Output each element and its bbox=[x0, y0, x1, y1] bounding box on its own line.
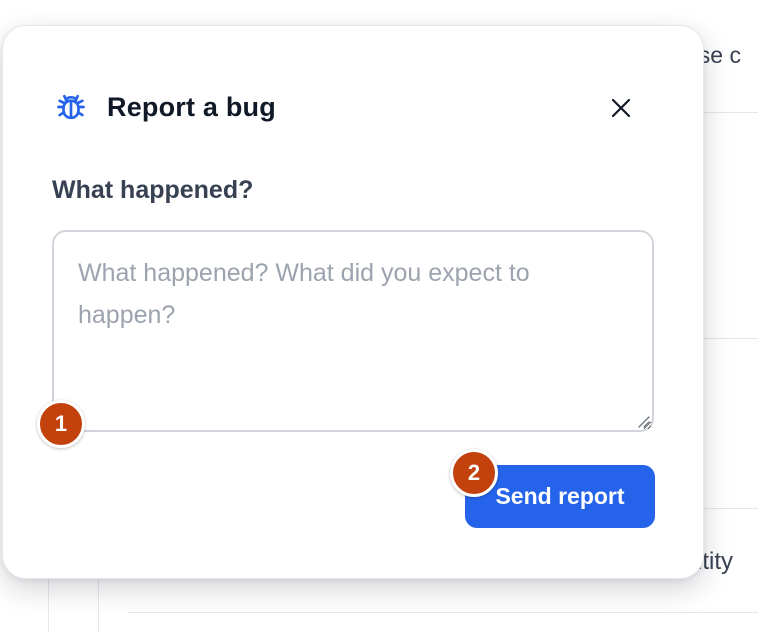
dialog-header: Report a bug bbox=[51, 86, 643, 128]
background-divider bbox=[128, 612, 758, 613]
background-divider bbox=[700, 338, 758, 339]
field-label: What happened? bbox=[52, 176, 254, 204]
close-icon bbox=[609, 96, 633, 120]
dialog-title: Report a bug bbox=[107, 91, 276, 122]
step-badge-1: 1 bbox=[37, 400, 85, 448]
step-badge-2: 2 bbox=[450, 449, 498, 497]
report-bug-dialog: Report a bug What happened? Send report bbox=[2, 25, 704, 579]
description-field-wrapper bbox=[52, 230, 654, 432]
background-divider bbox=[700, 112, 758, 113]
background-divider bbox=[700, 508, 758, 509]
description-textarea[interactable] bbox=[52, 230, 654, 432]
close-button[interactable] bbox=[599, 86, 643, 130]
background-vertical-line bbox=[98, 577, 99, 632]
bug-icon bbox=[51, 87, 91, 127]
background-vertical-line bbox=[48, 577, 49, 632]
